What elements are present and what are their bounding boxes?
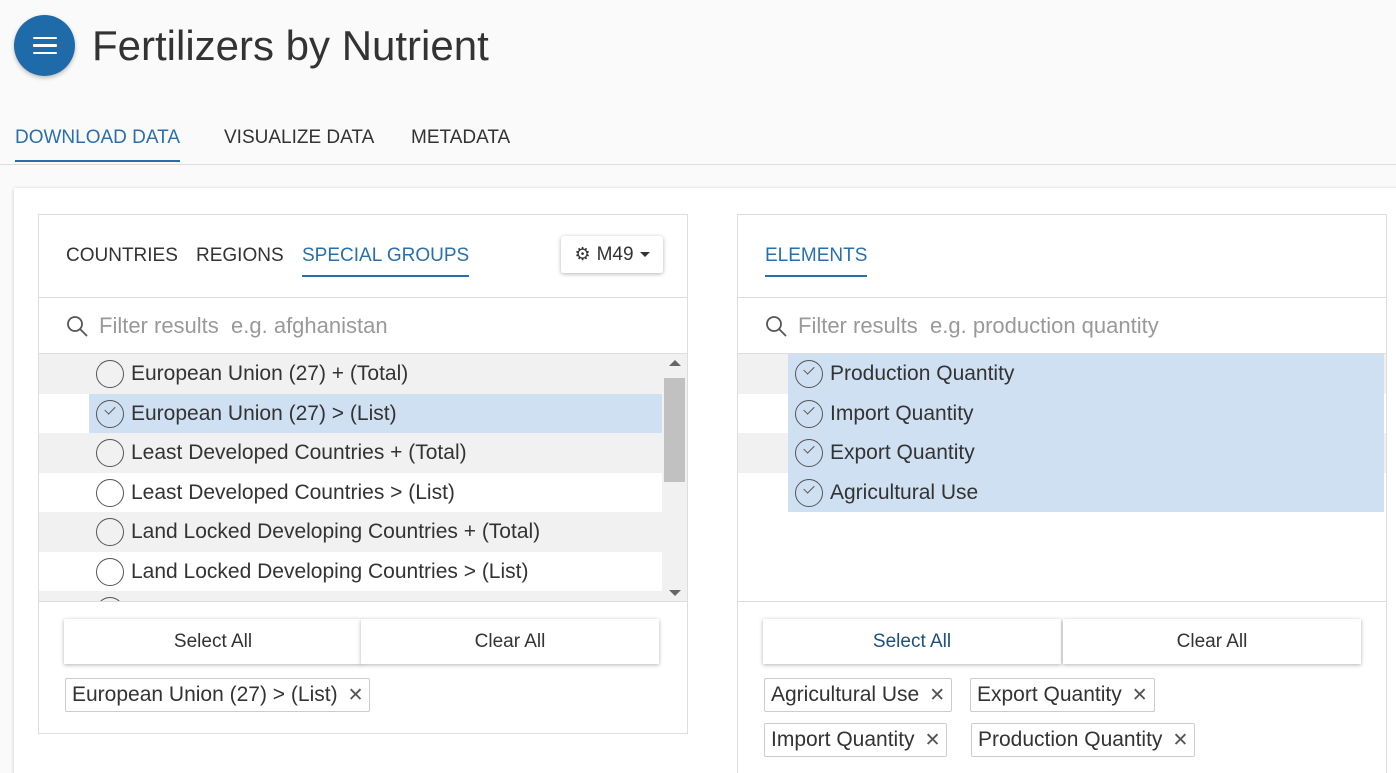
radio-icon xyxy=(96,360,124,388)
caret-down-icon xyxy=(639,252,650,257)
list-item[interactable]: Least Developed Countries > (List) xyxy=(39,473,662,513)
tab-metadata[interactable]: METADATA xyxy=(411,127,510,160)
list-item[interactable]: Land Locked Developing Countries + (Tota… xyxy=(39,512,662,552)
radio-icon xyxy=(96,518,124,546)
elements-list: Production Quantity Import Quantity Expo… xyxy=(738,354,1386,602)
close-icon[interactable]: ✕ xyxy=(925,729,941,752)
areas-filter-input[interactable] xyxy=(99,310,659,342)
list-item[interactable]: European Union (27) + (Total) xyxy=(39,354,662,394)
code-dropdown-button[interactable]: ⚙ M49 xyxy=(561,236,663,273)
areas-filter xyxy=(39,298,687,354)
scroll-down-icon[interactable] xyxy=(669,590,681,596)
gear-icon: ⚙ xyxy=(574,244,591,264)
hamburger-icon xyxy=(32,36,57,40)
areas-tabs: COUNTRIES REGIONS SPECIAL GROUPS ⚙ M49 xyxy=(39,215,687,298)
list-item[interactable]: Land Locked Developing Countries > (List… xyxy=(39,552,662,592)
selected-chip: Export Quantity ✕ xyxy=(970,678,1155,712)
elements-panel: ELEMENTS Production Quantity Import Quan… xyxy=(737,214,1387,773)
elements-tabs: ELEMENTS xyxy=(738,215,1386,298)
list-item[interactable]: Import Quantity xyxy=(738,393,1386,433)
tab-countries[interactable]: COUNTRIES xyxy=(66,245,178,275)
search-icon xyxy=(67,316,88,337)
list-item[interactable]: Agricultural Use xyxy=(738,472,1386,512)
scroll-up-icon[interactable] xyxy=(669,360,681,366)
elements-filter xyxy=(738,298,1386,354)
clear-all-button[interactable]: Clear All xyxy=(361,619,659,664)
selected-chip: Production Quantity ✕ xyxy=(971,723,1196,757)
code-label: M49 xyxy=(596,243,634,265)
radio-icon xyxy=(96,557,124,586)
radio-icon xyxy=(96,478,124,507)
areas-panel: COUNTRIES REGIONS SPECIAL GROUPS ⚙ M49 E… xyxy=(38,214,688,734)
tab-regions[interactable]: REGIONS xyxy=(196,245,284,275)
list-item[interactable]: Production Quantity xyxy=(738,354,1386,394)
selected-chip: Agricultural Use ✕ xyxy=(764,678,953,712)
select-all-button[interactable]: Select All xyxy=(763,619,1061,664)
tab-visualize-data[interactable]: VISUALIZE DATA xyxy=(224,127,374,160)
tab-download-data[interactable]: DOWNLOAD DATA xyxy=(15,127,181,162)
search-icon xyxy=(766,316,787,337)
close-icon[interactable]: ✕ xyxy=(1172,729,1188,752)
selected-chip: European Union (27) > (List) ✕ xyxy=(65,678,371,712)
tab-special-groups[interactable]: SPECIAL GROUPS xyxy=(302,245,470,277)
select-all-button[interactable]: Select All xyxy=(64,619,362,664)
scroll-thumb[interactable] xyxy=(664,378,685,482)
clear-all-button[interactable]: Clear All xyxy=(1063,619,1361,664)
selected-chip: Import Quantity ✕ xyxy=(764,723,948,757)
list-item[interactable]: Export Quantity xyxy=(738,433,1386,473)
areas-list: European Union (27) + (Total) European U… xyxy=(39,354,687,602)
radio-icon xyxy=(96,439,124,467)
main-tabs: DOWNLOAD DATA VISUALIZE DATA METADATA xyxy=(0,113,1396,165)
close-icon[interactable]: ✕ xyxy=(1132,684,1148,707)
tab-elements[interactable]: ELEMENTS xyxy=(765,245,868,277)
list-item[interactable]: Least Developed Countries + (Total) xyxy=(39,433,662,473)
list-item[interactable]: European Union (27) > (List) xyxy=(39,393,662,433)
close-icon[interactable]: ✕ xyxy=(929,684,945,707)
menu-button[interactable] xyxy=(14,15,75,76)
scrollbar[interactable] xyxy=(662,354,687,602)
page-title: Fertilizers by Nutrient xyxy=(92,22,489,69)
elements-filter-input[interactable] xyxy=(798,310,1358,342)
close-icon[interactable]: ✕ xyxy=(348,684,364,707)
